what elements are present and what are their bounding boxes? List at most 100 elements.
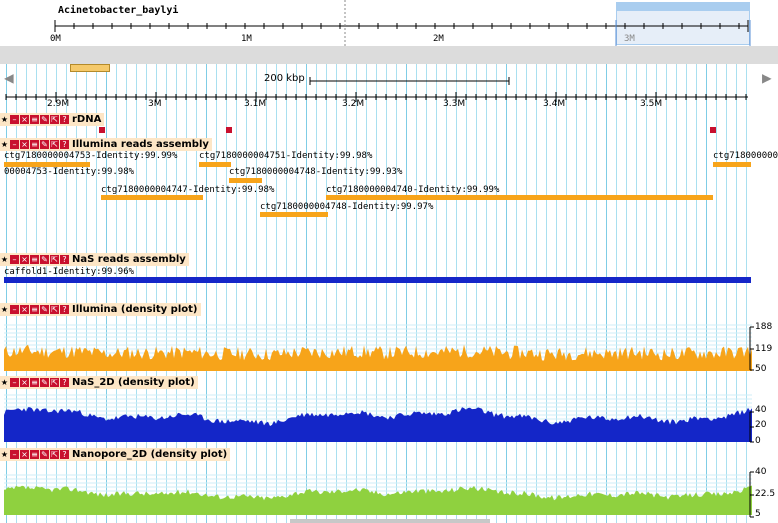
axis-min: 0 <box>755 436 761 446</box>
ruler-tick-3M: 3M <box>148 99 162 109</box>
contig-label[interactable]: ctg718000000 <box>713 151 778 161</box>
edit-icon[interactable]: ✎ <box>40 115 49 124</box>
help-icon[interactable]: ? <box>60 378 69 387</box>
axis-mid: 20 <box>755 420 767 430</box>
scaffold-label[interactable]: caffold1-Identity:99.96% <box>4 267 134 277</box>
export-icon[interactable]: ⇱ <box>50 450 59 459</box>
contig-label[interactable]: ctg7180000004748-Identity:99.93% <box>229 167 402 177</box>
contig-bar[interactable] <box>326 195 713 200</box>
rdna-feature[interactable] <box>226 127 232 133</box>
rdna-feature[interactable] <box>710 127 716 133</box>
edit-icon[interactable]: ✎ <box>40 450 49 459</box>
contig-bar[interactable] <box>260 212 328 217</box>
close-icon[interactable]: × <box>20 305 29 314</box>
favorite-star-icon[interactable]: ★ <box>0 450 9 459</box>
nanopore-density-plot <box>4 474 752 515</box>
help-icon[interactable]: ? <box>60 115 69 124</box>
contig-label[interactable]: ctg7180000004740-Identity:99.99% <box>326 185 499 195</box>
axis-max: 188 <box>755 322 773 332</box>
ruler-tick-3.1M: 3.1M <box>244 99 267 109</box>
contig-bar[interactable] <box>101 195 203 200</box>
favorite-star-icon[interactable]: ★ <box>0 305 9 314</box>
track-name: Illumina reads assembly <box>72 139 209 150</box>
overview-tick-0M: 0M <box>50 34 61 44</box>
location-marker[interactable] <box>70 64 110 72</box>
minimize-icon[interactable]: – <box>10 255 19 264</box>
contig-label[interactable]: ctg7180000004751-Identity:99.98% <box>199 151 372 161</box>
minimize-icon[interactable]: – <box>10 305 19 314</box>
contig-label[interactable]: ctg7180000004753-Identity:99.99% <box>4 151 177 161</box>
illumina-density-plot <box>4 324 752 371</box>
help-icon[interactable]: ? <box>60 255 69 264</box>
axis-max: 40 <box>755 405 767 415</box>
settings-icon[interactable]: ≡ <box>30 305 39 314</box>
export-icon[interactable]: ⇱ <box>50 255 59 264</box>
export-icon[interactable]: ⇱ <box>50 115 59 124</box>
favorite-star-icon[interactable]: ★ <box>0 255 9 264</box>
track-header-illumina-density[interactable]: ★ – × ≡ ✎ ⇱ ? Illumina (density plot) <box>0 303 201 316</box>
contig-bar[interactable] <box>713 162 751 167</box>
ruler-tick-3.5M: 3.5M <box>640 99 663 109</box>
track-name: rDNA <box>72 114 102 125</box>
track-header-nanopore-density[interactable]: ★ – × ≡ ✎ ⇱ ? Nanopore_2D (density plot) <box>0 448 231 461</box>
nas-axis <box>749 411 754 443</box>
genome-overview[interactable]: Acinetobacter_baylyi 0M 1M 2M 3M <box>0 0 778 46</box>
minimize-icon[interactable]: – <box>10 140 19 149</box>
edit-icon[interactable]: ✎ <box>40 378 49 387</box>
close-icon[interactable]: × <box>20 450 29 459</box>
nas-density-plot <box>4 394 752 442</box>
density-area <box>4 407 752 442</box>
track-header-nas-density[interactable]: ★ – × ≡ ✎ ⇱ ? NaS_2D (density plot) <box>0 376 198 389</box>
export-icon[interactable]: ⇱ <box>50 305 59 314</box>
help-icon[interactable]: ? <box>60 305 69 314</box>
contig-bar[interactable] <box>199 162 231 167</box>
rdna-feature[interactable] <box>99 127 105 133</box>
settings-icon[interactable]: ≡ <box>30 450 39 459</box>
scaffold-bar[interactable] <box>4 277 751 283</box>
settings-icon[interactable]: ≡ <box>30 115 39 124</box>
contig-label[interactable]: ctg7180000004748-Identity:99.97% <box>260 202 433 212</box>
track-name: Illumina (density plot) <box>72 304 198 315</box>
overview-ruler <box>54 0 751 46</box>
track-header-illumina-assembly[interactable]: ★ – × ≡ ✎ ⇱ ? Illumina reads assembly <box>0 138 212 151</box>
favorite-star-icon[interactable]: ★ <box>0 140 9 149</box>
density-area <box>4 485 752 515</box>
axis-mid: 22.5 <box>755 489 776 499</box>
overview-tick-1M: 1M <box>241 34 252 44</box>
export-icon[interactable]: ⇱ <box>50 140 59 149</box>
track-header-nas-assembly[interactable]: ★ – × ≡ ✎ ⇱ ? NaS reads assembly <box>0 253 189 266</box>
axis-min: 5 <box>755 509 761 519</box>
edit-icon[interactable]: ✎ <box>40 305 49 314</box>
overview-tick-3M: 3M <box>624 34 635 44</box>
ruler-tick-3.4M: 3.4M <box>543 99 566 109</box>
horizontal-scrollbar[interactable] <box>290 519 490 523</box>
help-icon[interactable]: ? <box>60 140 69 149</box>
close-icon[interactable]: × <box>20 140 29 149</box>
contig-label[interactable]: ctg7180000004747-Identity:99.98% <box>101 185 274 195</box>
favorite-star-icon[interactable]: ★ <box>0 378 9 387</box>
axis-max: 40 <box>755 467 767 477</box>
track-name: NaS_2D (density plot) <box>72 377 195 388</box>
axis-min: 50 <box>755 364 767 374</box>
contig-label[interactable]: 00004753-Identity:99.98% <box>4 167 134 177</box>
close-icon[interactable]: × <box>20 115 29 124</box>
ruler-tick-3.3M: 3.3M <box>443 99 466 109</box>
contig-bar[interactable] <box>229 178 262 183</box>
overview-tick-2M: 2M <box>433 34 444 44</box>
track-name: NaS reads assembly <box>72 254 186 265</box>
close-icon[interactable]: × <box>20 255 29 264</box>
settings-icon[interactable]: ≡ <box>30 140 39 149</box>
edit-icon[interactable]: ✎ <box>40 140 49 149</box>
ruler-tick-2.9M: 2.9M <box>47 99 70 109</box>
minimize-icon[interactable]: – <box>10 115 19 124</box>
settings-icon[interactable]: ≡ <box>30 378 39 387</box>
close-icon[interactable]: × <box>20 378 29 387</box>
favorite-star-icon[interactable]: ★ <box>0 115 9 124</box>
help-icon[interactable]: ? <box>60 450 69 459</box>
export-icon[interactable]: ⇱ <box>50 378 59 387</box>
edit-icon[interactable]: ✎ <box>40 255 49 264</box>
track-header-rdna[interactable]: ★ – × ≡ ✎ ⇱ ? rDNA <box>0 113 105 126</box>
minimize-icon[interactable]: – <box>10 378 19 387</box>
settings-icon[interactable]: ≡ <box>30 255 39 264</box>
minimize-icon[interactable]: – <box>10 450 19 459</box>
